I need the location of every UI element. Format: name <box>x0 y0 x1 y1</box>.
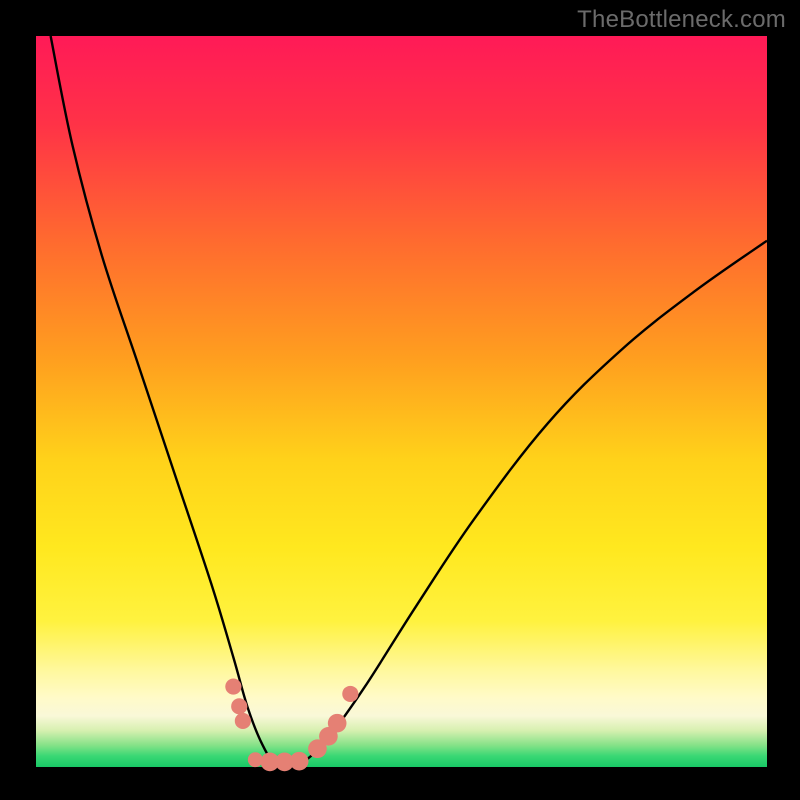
curve-marker <box>328 714 347 733</box>
curve-marker <box>248 752 263 767</box>
chart-stage: TheBottleneck.com <box>0 0 800 800</box>
curve-marker <box>342 686 358 702</box>
curve-marker <box>231 698 247 714</box>
curve-marker <box>290 752 309 771</box>
curve-marker <box>225 679 241 695</box>
gradient-panel <box>36 36 767 767</box>
bottleneck-plot <box>0 0 800 800</box>
curve-marker <box>235 713 251 729</box>
